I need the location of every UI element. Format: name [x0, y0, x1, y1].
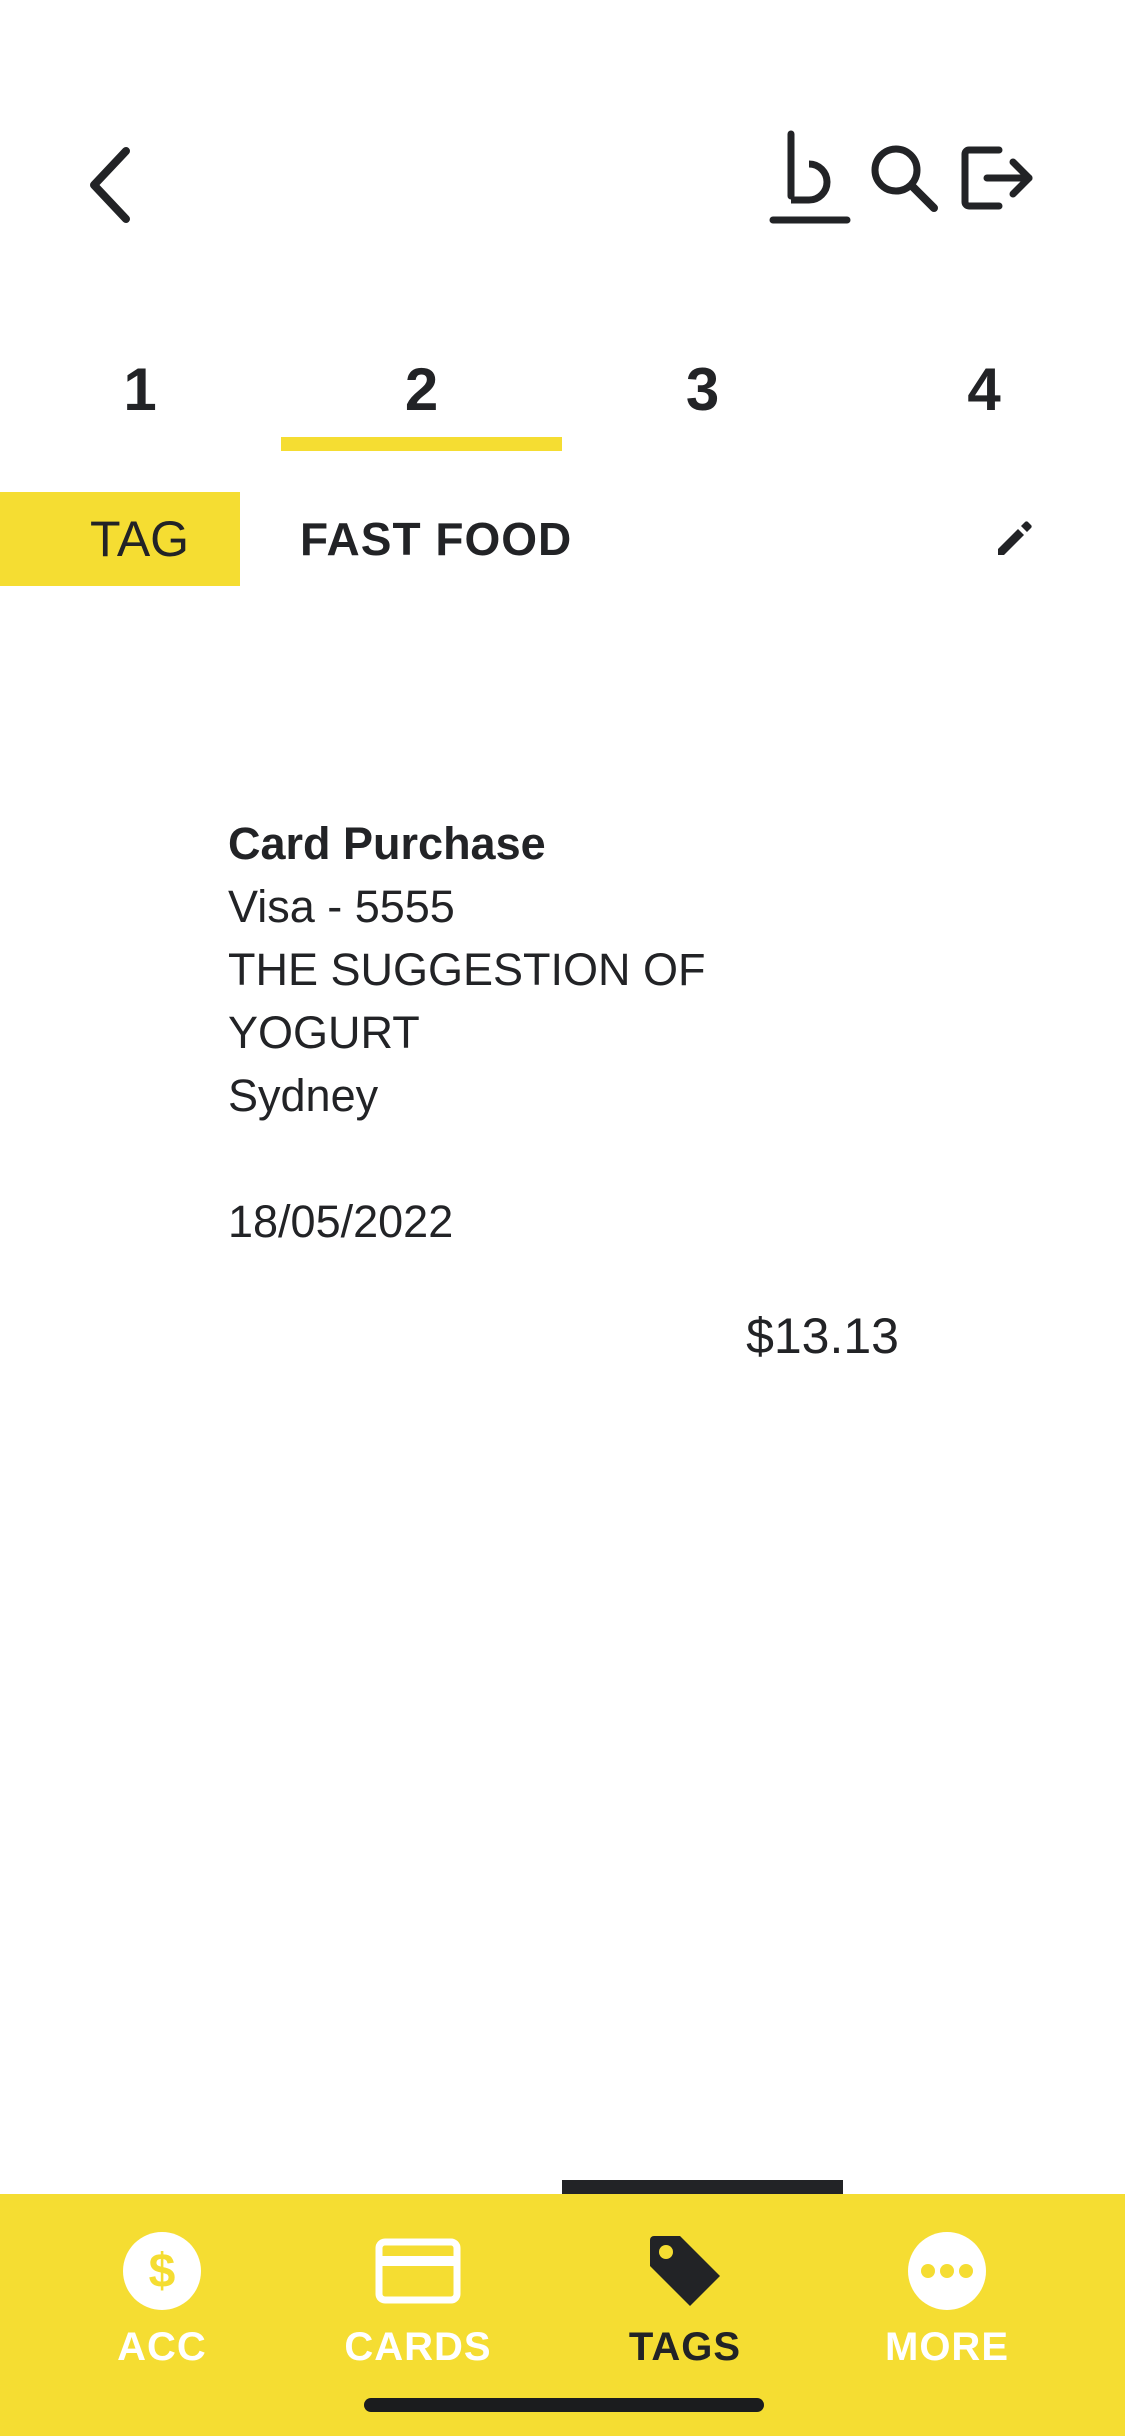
nav-label: TAGS	[628, 2325, 742, 2369]
transaction-title: Card Purchase	[228, 818, 546, 869]
tab-label: 3	[685, 356, 720, 423]
transaction-card: Visa - 5555	[228, 881, 455, 932]
bank-logo-icon	[769, 130, 851, 224]
nav-label: ACC	[117, 2325, 207, 2369]
nav-item-acc[interactable]: $ ACC	[22, 2194, 302, 2394]
tab-label: 1	[123, 356, 157, 423]
tab-page-4[interactable]: 4	[843, 345, 1125, 455]
nav-item-tags[interactable]: TAGS	[545, 2194, 825, 2394]
logout-button[interactable]	[957, 128, 1039, 228]
nav-item-more[interactable]: MORE	[807, 2194, 1087, 2394]
tab-label: 2	[404, 356, 439, 423]
header-actions	[769, 128, 1039, 228]
active-nav-indicator	[562, 2180, 843, 2194]
transaction-amount: $13.13	[746, 1308, 899, 1364]
search-button[interactable]	[863, 128, 945, 228]
tag-detail-screen: 1 2 3 4 TAG FAST FOOD Card Purchase Visa…	[0, 0, 1125, 2436]
transaction-date: 18/05/2022	[228, 1196, 454, 1247]
nav-label: MORE	[885, 2325, 1009, 2369]
top-bar	[0, 0, 1125, 300]
tab-page-3[interactable]: 3	[562, 345, 843, 455]
dollar-icon: $	[117, 2226, 207, 2316]
logout-icon	[961, 146, 1033, 210]
tab-page-1[interactable]: 1	[0, 345, 280, 455]
tag-name: FAST FOOD	[300, 513, 573, 565]
transaction-details[interactable]: Card Purchase Visa - 5555 THE SUGGESTION…	[228, 812, 908, 1253]
tab-label: 4	[967, 356, 1001, 423]
home-indicator	[364, 2398, 764, 2412]
edit-tag-button[interactable]	[981, 506, 1047, 572]
svg-text:$: $	[149, 2245, 176, 2298]
transaction-merchant-line1: THE SUGGESTION OF	[228, 944, 706, 995]
back-button[interactable]	[70, 130, 150, 240]
tag-pill: TAG	[0, 492, 240, 586]
tag-row: TAG FAST FOOD	[0, 492, 1125, 586]
pencil-icon	[998, 521, 1032, 555]
transaction-location: Sydney	[228, 1070, 379, 1121]
page-tabs: 1 2 3 4	[0, 345, 1125, 455]
card-icon	[373, 2226, 463, 2316]
active-tab-underline	[281, 437, 562, 451]
nav-label: CARDS	[344, 2325, 492, 2369]
bank-logo-button[interactable]	[769, 128, 851, 228]
chevron-left-icon	[90, 147, 130, 223]
search-icon	[871, 145, 938, 212]
more-icon	[902, 2226, 992, 2316]
nav-item-cards[interactable]: CARDS	[278, 2194, 558, 2394]
tag-icon	[640, 2226, 730, 2316]
tab-page-2[interactable]: 2	[281, 345, 562, 455]
transaction-merchant-line2: YOGURT	[228, 1007, 420, 1058]
